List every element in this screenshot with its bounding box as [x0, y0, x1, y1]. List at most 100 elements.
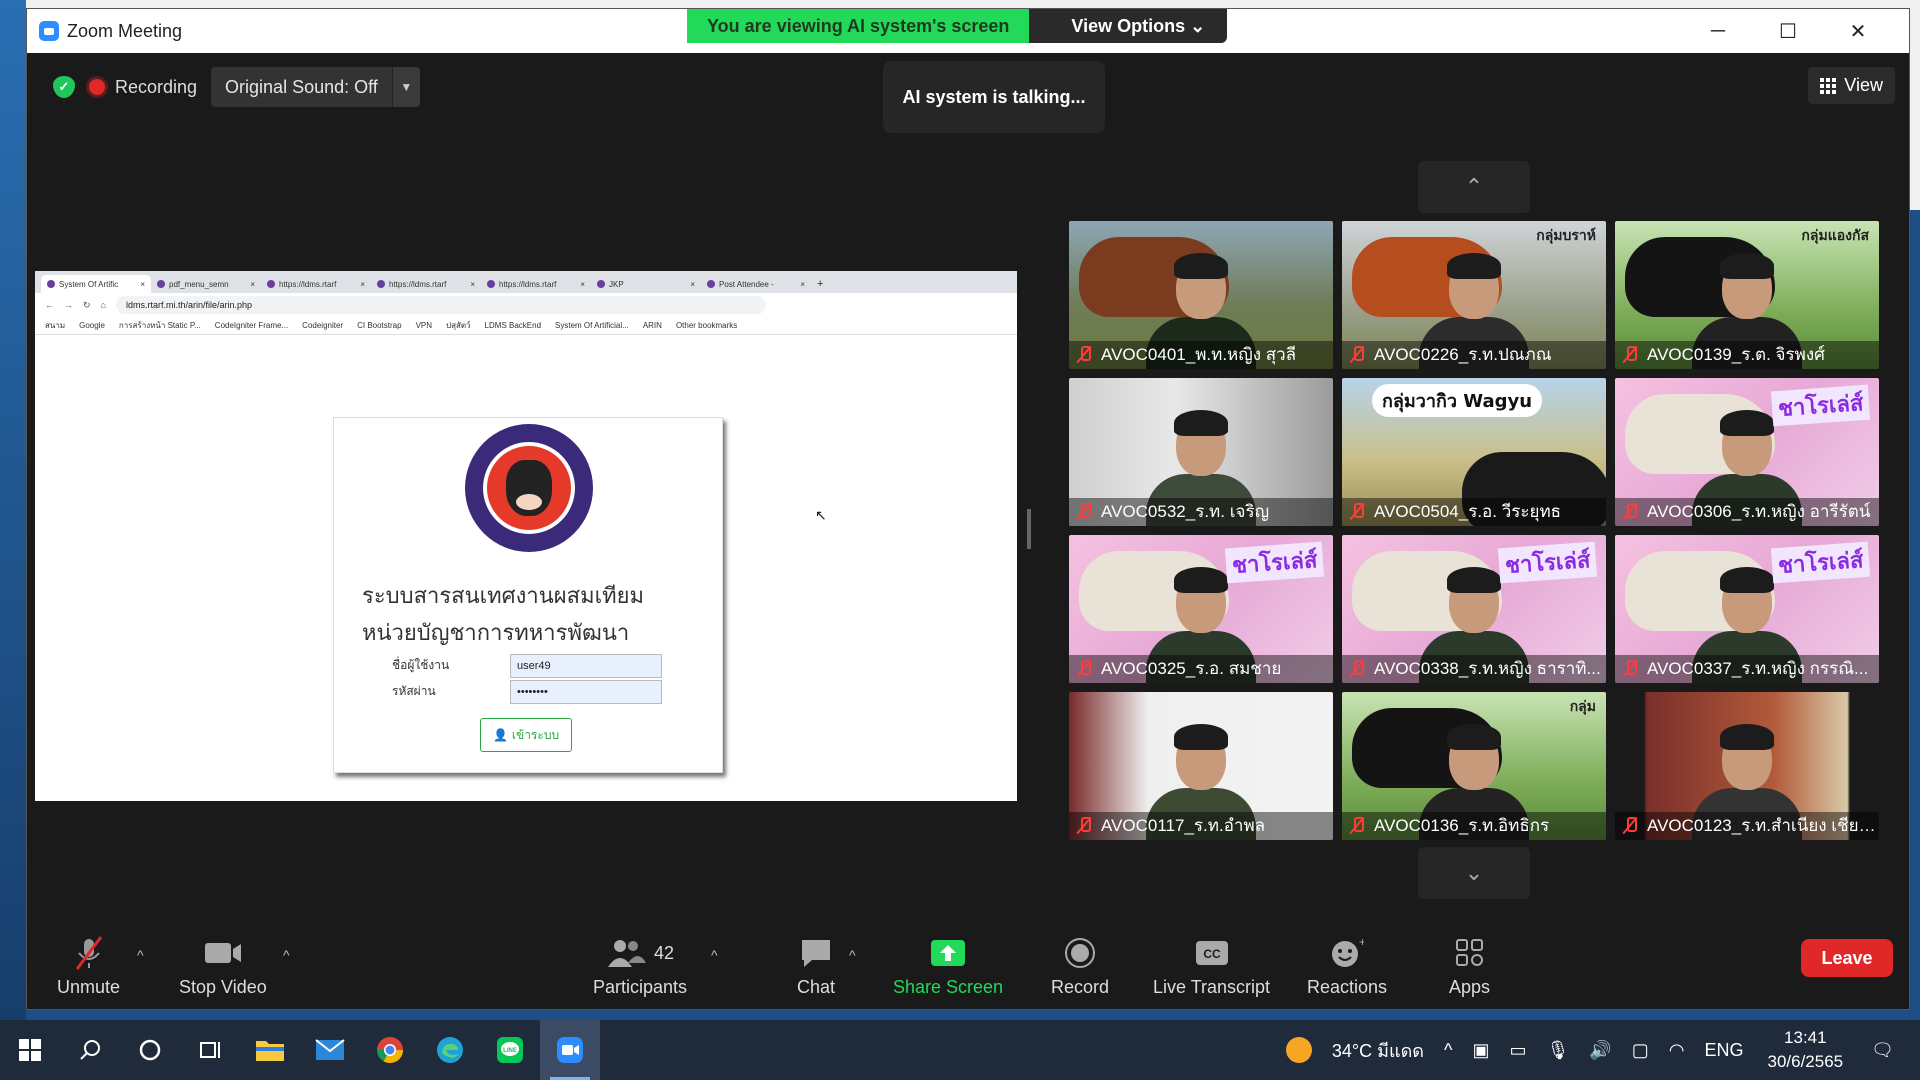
split-resize-handle[interactable]: [1027, 509, 1031, 549]
live-transcript-button[interactable]: CC Live Transcript: [1153, 935, 1270, 998]
search-button[interactable]: [60, 1020, 120, 1080]
back-icon: ←: [45, 300, 54, 310]
active-speaker-notice: AI system is talking...: [883, 61, 1105, 133]
zoom-taskbar-button[interactable]: [540, 1020, 600, 1080]
edge-icon: [437, 1037, 463, 1063]
browser-tab-label: https://ldms.rtarf: [389, 279, 447, 289]
edge-button[interactable]: [420, 1020, 480, 1080]
share-screen-button[interactable]: Share Screen: [893, 935, 1003, 998]
mouse-cursor-icon: ↖: [815, 507, 827, 523]
unmute-button[interactable]: Unmute: [57, 935, 120, 998]
tab-favicon-icon: [487, 280, 495, 288]
system-tray: 34°C มีแดด ^ ▣ ▭ 🎙 🔊 ▢ ◠ ENG 13:41 30/6/…: [1276, 1020, 1920, 1080]
participant-tile[interactable]: กลุ่ม AVOC0136_ร.ท.อิทธิกร: [1342, 692, 1606, 840]
display-icon[interactable]: ▢: [1632, 1040, 1649, 1061]
bookmarks-bar: สนาม Google การสร้างหน้า Static P... CodeIg…: [35, 317, 1017, 335]
participant-tile[interactable]: ชาโรเล่ส์ AVOC0338_ร.ท.หญิง ธาราทิ...: [1342, 535, 1606, 683]
apps-label: Apps: [1449, 977, 1491, 997]
close-button[interactable]: ✕: [1823, 9, 1893, 53]
record-button[interactable]: Record: [1051, 935, 1109, 998]
gallery-next-button[interactable]: ⌄: [1418, 847, 1530, 899]
apps-button[interactable]: Apps: [1449, 935, 1490, 998]
weather-sun-icon[interactable]: [1285, 1037, 1312, 1063]
chat-button[interactable]: Chat: [797, 935, 835, 998]
screen-share-banner: You are viewing AI system's screen View …: [687, 9, 1228, 43]
battery-icon[interactable]: ▭: [1509, 1040, 1526, 1061]
microphone-icon[interactable]: 🎙: [1546, 1040, 1569, 1061]
shared-screen: System Of Artific × pdf_menu_semn × https://…: [35, 271, 1017, 801]
tab-close-icon: ×: [360, 279, 365, 289]
security-shield-icon[interactable]: ✓: [53, 76, 75, 98]
viewing-screen-label: You are viewing AI system's screen: [687, 9, 1030, 43]
line-button[interactable]: LINE: [480, 1020, 540, 1080]
participant-tile[interactable]: กลุ่มแองกัส AVOC0139_ร.ต. จิรพงศ์: [1615, 221, 1879, 369]
chrome-icon: [376, 1037, 404, 1064]
participant-count: 42: [654, 942, 675, 963]
task-view-button[interactable]: [180, 1020, 240, 1080]
cortana-button[interactable]: [120, 1020, 180, 1080]
record-icon: [1064, 935, 1096, 971]
login-card: ระบบสารสนเทศงานผสมเทียม หน่วยบัญชาการทหา…: [333, 417, 723, 773]
clock[interactable]: 13:41 30/6/2565: [1768, 1026, 1844, 1074]
language-indicator[interactable]: ENG: [1704, 1040, 1743, 1061]
wifi-icon[interactable]: ◠: [1669, 1040, 1685, 1061]
participant-name: AVOC0139_ร.ต. จิรพงศ์: [1615, 341, 1879, 369]
browser-tab-label: pdf_menu_semn: [169, 279, 229, 289]
tab-close-icon: ×: [250, 279, 255, 289]
participant-tile[interactable]: AVOC0532_ร.ท. เจริญ: [1069, 378, 1333, 526]
view-options-button[interactable]: View Options ⌄: [1029, 9, 1228, 43]
desktop-wallpaper: [0, 0, 26, 1020]
participant-tile[interactable]: AVOC0117_ร.ท.อำพล: [1069, 692, 1333, 840]
participant-tile[interactable]: ชาโรเล่ส์ AVOC0337_ร.ท.หญิง กรรณิ...: [1615, 535, 1879, 683]
login-button-label: เข้าระบบ: [511, 727, 560, 742]
tab-close-icon: ×: [470, 279, 475, 289]
weather-label[interactable]: 34°C มีแดด: [1332, 1036, 1424, 1065]
tab-close-icon: ×: [580, 279, 585, 289]
smiley-icon: +: [1330, 935, 1364, 971]
tray-app-icon[interactable]: ▣: [1472, 1040, 1489, 1061]
volume-icon[interactable]: 🔊: [1589, 1040, 1611, 1061]
browser-tab: JKP ×: [591, 275, 701, 293]
bookmark-item: VPN: [415, 321, 433, 330]
participant-name: AVOC0117_ร.ท.อำพล: [1069, 812, 1333, 840]
live-transcript-label: Live Transcript: [1153, 977, 1271, 997]
participant-tile[interactable]: AVOC0401_พ.ท.หญิง สุวลี: [1069, 221, 1333, 369]
muted-mic-icon: [1623, 346, 1637, 363]
participant-gallery: AVOC0401_พ.ท.หญิง สุวลี กลุ่มบราห์ AVOC022…: [1069, 221, 1879, 840]
background-sign: ชาโรเล่ส์: [1497, 541, 1598, 584]
view-button[interactable]: View: [1808, 67, 1895, 104]
gallery-prev-button[interactable]: ⌃: [1418, 161, 1530, 213]
minimize-button[interactable]: ─: [1683, 9, 1753, 53]
leave-button[interactable]: Leave: [1801, 939, 1893, 977]
participant-tile[interactable]: AVOC0123_ร.ท.สำเนียง เชียง...: [1615, 692, 1879, 840]
original-sound-button[interactable]: Original Sound: Off: [211, 67, 392, 107]
start-button[interactable]: [0, 1020, 60, 1080]
participant-tile[interactable]: ชาโรเล่ส์ AVOC0306_ร.ท.หญิง อารีรัตน์: [1615, 378, 1879, 526]
mail-button[interactable]: [300, 1020, 360, 1080]
participant-tile[interactable]: กลุ่มวากิว Wagyu AVOC0504_ร.อ. วีระยุทธ: [1342, 378, 1606, 526]
stop-video-button[interactable]: Stop Video: [179, 935, 267, 998]
notifications-icon[interactable]: 🗨: [1871, 1040, 1894, 1061]
participant-tile[interactable]: ชาโรเล่ส์ AVOC0325_ร.อ. สมชาย: [1069, 535, 1333, 683]
chat-options-caret[interactable]: ^: [849, 947, 856, 963]
maximize-button[interactable]: ☐: [1753, 9, 1823, 53]
muted-mic-icon: [1350, 660, 1364, 677]
reactions-label: Reactions: [1307, 977, 1388, 997]
video-options-caret[interactable]: ^: [283, 947, 290, 963]
original-sound-dropdown[interactable]: ▼: [391, 67, 420, 107]
login-title-line2: หน่วยบัญชาการทหารพัฒนา: [362, 621, 630, 646]
participant-tile[interactable]: กลุ่มบราห์ AVOC0226_ร.ท.ปณภณ: [1342, 221, 1606, 369]
participants-options-caret[interactable]: ^: [711, 947, 718, 963]
recording-icon: [89, 79, 105, 95]
bookmark-item: ARIN: [642, 321, 662, 330]
show-hidden-icons-icon[interactable]: ^: [1444, 1040, 1452, 1061]
participants-button[interactable]: 42 Participants: [593, 935, 687, 998]
reactions-button[interactable]: + Reactions: [1307, 935, 1387, 998]
chrome-button[interactable]: [360, 1020, 420, 1080]
tab-favicon-icon: [377, 280, 385, 288]
file-explorer-button[interactable]: [240, 1020, 300, 1080]
tab-favicon-icon: [157, 280, 165, 288]
audio-options-caret[interactable]: ^: [137, 947, 144, 963]
share-screen-icon: [929, 935, 967, 971]
bookmark-item: CI Bootstrap: [357, 321, 402, 330]
